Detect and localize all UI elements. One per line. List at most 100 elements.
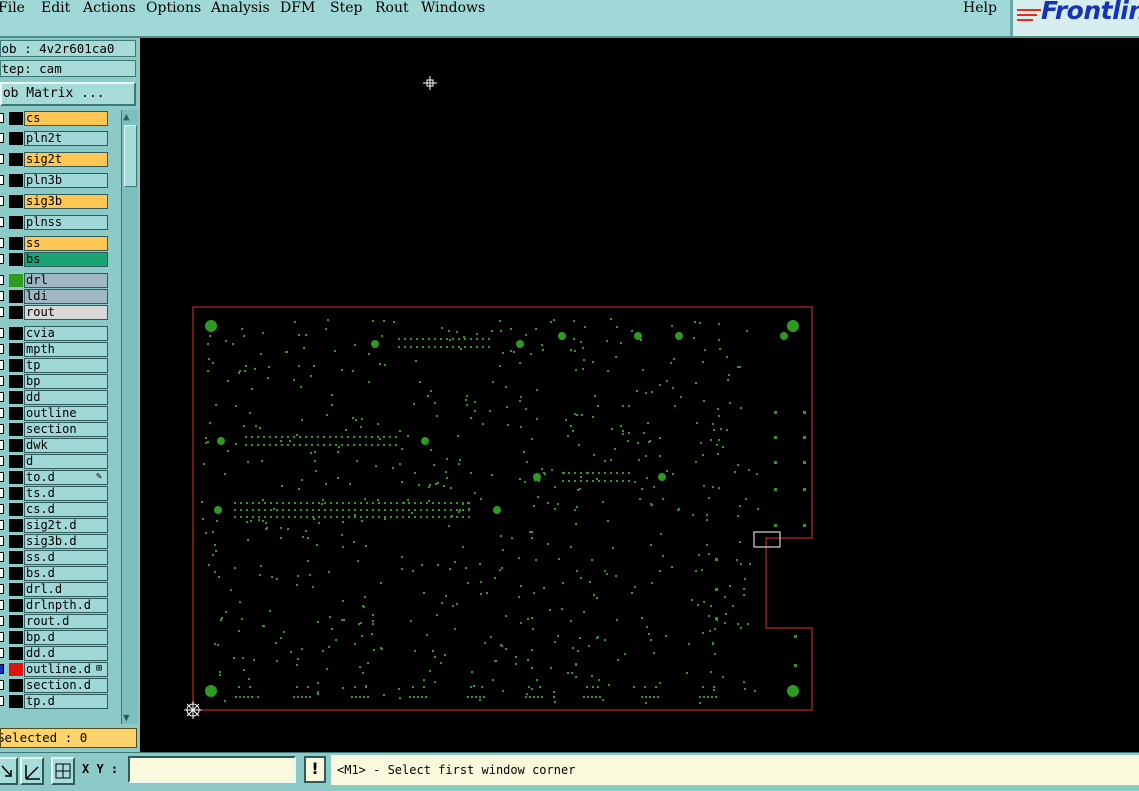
layer-color-swatch[interactable] bbox=[9, 174, 23, 187]
layer-row-outline-d[interactable]: outline.d ⊞ bbox=[0, 662, 110, 677]
layer-checkbox[interactable] bbox=[0, 154, 4, 164]
layer-row-section-d[interactable]: section.d bbox=[0, 678, 110, 693]
layer-checkbox[interactable] bbox=[0, 600, 4, 610]
layer-row-sig2t[interactable]: sig2t bbox=[0, 152, 110, 167]
layer-row-dd[interactable]: dd bbox=[0, 390, 110, 405]
layer-color-swatch[interactable] bbox=[9, 327, 23, 340]
layer-row-sig3b[interactable]: sig3b bbox=[0, 194, 110, 209]
layer-name-label[interactable]: ts.d bbox=[24, 486, 108, 501]
layer-color-swatch[interactable] bbox=[9, 216, 23, 229]
layer-row-cs[interactable]: cs bbox=[0, 111, 110, 126]
layer-name-label[interactable]: pln2t bbox=[24, 131, 108, 146]
layer-row-bs[interactable]: bs bbox=[0, 252, 110, 267]
alert-button[interactable]: ! bbox=[304, 756, 326, 783]
layer-checkbox[interactable] bbox=[0, 291, 4, 301]
menu-edit[interactable]: Edit bbox=[41, 0, 70, 18]
layer-checkbox[interactable] bbox=[0, 133, 4, 143]
layer-name-label[interactable]: dwk bbox=[24, 438, 108, 453]
layer-row-d[interactable]: d bbox=[0, 454, 110, 469]
layer-name-label[interactable]: drl bbox=[24, 273, 108, 288]
layer-checkbox[interactable] bbox=[0, 360, 4, 370]
layer-checkbox[interactable] bbox=[0, 680, 4, 690]
layer-checkbox[interactable] bbox=[0, 196, 4, 206]
layer-name-label[interactable]: drl.d bbox=[24, 582, 108, 597]
layer-checkbox[interactable] bbox=[0, 696, 4, 706]
layer-checkbox[interactable] bbox=[0, 552, 4, 562]
layer-name-label[interactable]: section bbox=[24, 422, 108, 437]
layer-color-swatch[interactable] bbox=[9, 306, 23, 319]
layer-name-label[interactable]: rout bbox=[24, 305, 108, 320]
layer-checkbox[interactable] bbox=[0, 175, 4, 185]
layer-row-mpth[interactable]: mpth bbox=[0, 342, 110, 357]
layer-color-swatch[interactable] bbox=[9, 132, 23, 145]
layer-color-swatch[interactable] bbox=[9, 439, 23, 452]
layer-color-swatch[interactable] bbox=[9, 274, 23, 287]
layer-name-label[interactable]: sig3b bbox=[24, 194, 108, 209]
scrollbar-thumb[interactable] bbox=[124, 125, 137, 187]
layer-row-ss-d[interactable]: ss.d bbox=[0, 550, 110, 565]
layer-row-tp-d[interactable]: tp.d bbox=[0, 694, 110, 709]
layer-color-swatch[interactable] bbox=[9, 253, 23, 266]
layer-row-ss[interactable]: ss bbox=[0, 236, 110, 251]
layer-checkbox[interactable] bbox=[0, 440, 4, 450]
layer-color-swatch[interactable] bbox=[9, 471, 23, 484]
layer-name-label[interactable]: cs.d bbox=[24, 502, 108, 517]
zoom-arrow-button[interactable] bbox=[0, 757, 18, 785]
layer-row-dd-d[interactable]: dd.d bbox=[0, 646, 110, 661]
layer-checkbox[interactable] bbox=[0, 254, 4, 264]
layer-color-swatch[interactable] bbox=[9, 535, 23, 548]
layer-checkbox[interactable] bbox=[0, 520, 4, 530]
layer-color-swatch[interactable] bbox=[9, 695, 23, 708]
layer-color-swatch[interactable] bbox=[9, 679, 23, 692]
pcb-board-view[interactable] bbox=[140, 38, 1139, 752]
layer-color-swatch[interactable] bbox=[9, 487, 23, 500]
layer-checkbox[interactable] bbox=[0, 328, 4, 338]
layer-color-swatch[interactable] bbox=[9, 567, 23, 580]
layer-checkbox[interactable] bbox=[0, 504, 4, 514]
layer-row-sig3b-d[interactable]: sig3b.d bbox=[0, 534, 110, 549]
layer-name-label[interactable]: pln3b bbox=[24, 173, 108, 188]
layer-row-drl-d[interactable]: drl.d bbox=[0, 582, 110, 597]
layer-row-pln2t[interactable]: pln2t bbox=[0, 131, 110, 146]
layer-color-swatch[interactable] bbox=[9, 615, 23, 628]
graphic-canvas[interactable] bbox=[140, 38, 1139, 752]
menu-dfm[interactable]: DFM bbox=[280, 0, 315, 18]
layer-color-swatch[interactable] bbox=[9, 112, 23, 125]
scroll-down-arrow-icon[interactable]: ▼ bbox=[123, 711, 130, 724]
layer-checkbox[interactable] bbox=[0, 536, 4, 546]
layer-color-swatch[interactable] bbox=[9, 631, 23, 644]
layer-color-swatch[interactable] bbox=[9, 237, 23, 250]
layer-name-label[interactable]: section.d bbox=[24, 678, 108, 693]
layer-checkbox[interactable] bbox=[0, 392, 4, 402]
layer-name-label[interactable]: rout.d bbox=[24, 614, 108, 629]
layer-name-label[interactable]: dd bbox=[24, 390, 108, 405]
layer-row-plnss[interactable]: plnss bbox=[0, 215, 110, 230]
layer-row-bp[interactable]: bp bbox=[0, 374, 110, 389]
menu-options[interactable]: Options bbox=[146, 0, 201, 18]
layer-row-cs-d[interactable]: cs.d bbox=[0, 502, 110, 517]
layer-color-swatch[interactable] bbox=[9, 153, 23, 166]
layer-row-ldi[interactable]: ldi bbox=[0, 289, 110, 304]
layer-color-swatch[interactable] bbox=[9, 391, 23, 404]
layer-row-drlnpth-d[interactable]: drlnpth.d bbox=[0, 598, 110, 613]
layer-row-drl[interactable]: drl bbox=[0, 273, 110, 288]
layer-checkbox[interactable] bbox=[0, 616, 4, 626]
layer-row-section[interactable]: section bbox=[0, 422, 110, 437]
layer-color-swatch[interactable] bbox=[9, 359, 23, 372]
layer-row-cvia[interactable]: cvia bbox=[0, 326, 110, 341]
layer-checkbox[interactable] bbox=[0, 584, 4, 594]
layer-color-swatch[interactable] bbox=[9, 599, 23, 612]
layer-checkbox[interactable] bbox=[0, 376, 4, 386]
layer-name-label[interactable]: tp.d bbox=[24, 694, 108, 709]
layer-name-label[interactable]: tp bbox=[24, 358, 108, 373]
layer-row-bp-d[interactable]: bp.d bbox=[0, 630, 110, 645]
layer-checkbox[interactable] bbox=[0, 648, 4, 658]
menu-step[interactable]: Step bbox=[330, 0, 362, 18]
layer-checkbox[interactable] bbox=[0, 275, 4, 285]
layer-checkbox[interactable] bbox=[0, 408, 4, 418]
layer-color-swatch[interactable] bbox=[9, 503, 23, 516]
layer-checkbox[interactable] bbox=[0, 307, 4, 317]
job-matrix-button[interactable]: Job Matrix ... bbox=[0, 82, 136, 106]
xy-coordinate-input[interactable] bbox=[128, 756, 296, 783]
layer-checkbox[interactable] bbox=[0, 568, 4, 578]
